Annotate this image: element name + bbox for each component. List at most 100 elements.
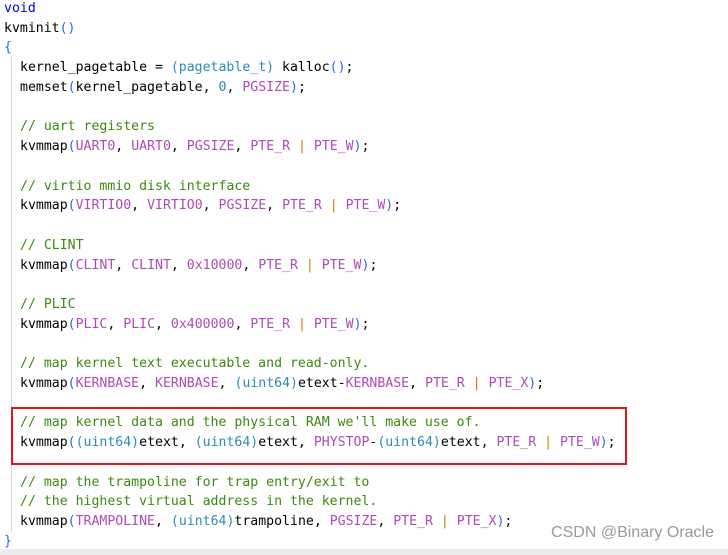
code-token: trampoline, [234, 514, 330, 530]
code-token: | [321, 198, 346, 214]
code-token: PTE_W [313, 139, 354, 155]
code-line: kvminit() [4, 19, 616, 39]
code-token: kvmmap [20, 514, 68, 530]
code-token: | [297, 257, 322, 273]
code-token: ; [361, 316, 370, 332]
code-token: , [266, 198, 283, 214]
code-token: ; [536, 375, 545, 391]
code-token: PGSIZE [329, 514, 378, 530]
code-token: PTE_W [345, 198, 386, 214]
code-line: // uart registers [4, 117, 616, 137]
code-token: () [329, 60, 346, 76]
code-token: CLINT [75, 257, 116, 273]
code-line: { [4, 38, 616, 58]
code-token: | [290, 139, 314, 155]
code-token: 0x400000 [170, 316, 235, 332]
code-token: PTE_R [258, 257, 298, 273]
code-token: UART0 [131, 139, 171, 155]
code-line: kvmmap(UART0, UART0, PGSIZE, PTE_R | PTE… [4, 137, 616, 157]
code-token: void [4, 1, 36, 16]
code-token: PTE_R [393, 514, 433, 530]
code-token: PTE_X [488, 375, 529, 391]
code-token: PGSIZE [186, 139, 235, 155]
code-token: PGSIZE [218, 198, 267, 214]
code-token: ; [361, 139, 370, 155]
code-token: TRAMPOLINE [75, 514, 155, 530]
code-token: // uart registers [20, 119, 155, 135]
code-token: } [4, 533, 12, 549]
code-line: kvmmap(CLINT, CLINT, 0x10000, PTE_R | PT… [4, 256, 616, 276]
code-token: ( [67, 257, 76, 273]
code-line: // map the trampoline for trap entry/exi… [4, 473, 616, 493]
bottom-bar [0, 549, 728, 555]
code-token: , [115, 257, 132, 273]
code-token: kernel_pagetable = [20, 60, 171, 76]
code-token: ; [297, 79, 306, 95]
watermark: CSDN @Binary Oracle [551, 524, 714, 541]
code-line: // CLINT [4, 236, 616, 256]
code-token: , [234, 139, 251, 155]
code-token: // the highest virtual address in the ke… [20, 494, 378, 510]
code-token: // map the trampoline for trap entry/exi… [20, 474, 370, 490]
code-token: ( [67, 139, 76, 155]
code-line: void [4, 0, 616, 19]
code-token: kalloc [274, 60, 330, 76]
code-token: , [202, 198, 219, 214]
code-token: kvmmap [20, 316, 68, 332]
code-token: , [409, 375, 426, 391]
code-token: ) [290, 79, 298, 95]
code-token: memset [20, 79, 68, 95]
code-token: | [464, 375, 489, 391]
code-line: // PLIC [4, 295, 616, 315]
code-token: KERNBASE [75, 375, 140, 391]
code-token: kvmmap [20, 139, 68, 155]
code-token: ; [369, 257, 378, 273]
code-line: memset(kernel_pagetable, 0, PGSIZE); [4, 78, 616, 98]
code-token: PTE_W [313, 316, 354, 332]
code-token: // PLIC [20, 297, 76, 313]
code-token: , [242, 257, 259, 273]
code-token: ( [67, 198, 76, 214]
code-token: PTE_R [250, 139, 291, 155]
code-token: () [59, 20, 76, 36]
code-token: kvmmap [20, 375, 68, 391]
code-line: kvmmap(TRAMPOLINE, (uint64)trampoline, P… [4, 512, 616, 532]
code-token: | [432, 514, 457, 530]
code-token: PLIC [75, 316, 108, 332]
code-token: ; [393, 198, 402, 214]
code-token: kvmmap [20, 257, 68, 273]
code-token: { [4, 40, 12, 56]
code-token: kernel_pagetable, [75, 79, 219, 95]
code-token: (uint64) [234, 375, 298, 391]
code-token: KERNBASE [345, 375, 410, 391]
code-token: , [170, 257, 187, 273]
code-token: , [131, 198, 148, 214]
code-token: , [218, 375, 235, 391]
code-token: ; [345, 60, 354, 76]
code-token: ( [67, 514, 76, 530]
code-token: , [155, 514, 171, 530]
code-token: VIRTIO0 [147, 198, 203, 214]
code-token: VIRTIO0 [75, 198, 132, 214]
code-token: , [234, 316, 251, 332]
code-token: PTE_R [282, 198, 322, 214]
code-token: , [115, 139, 132, 155]
code-line: kvmmap(KERNBASE, KERNBASE, (uint64)etext… [4, 374, 616, 394]
code-token: , [377, 514, 394, 530]
code-line: // map kernel text executable and read-o… [4, 354, 616, 374]
code-token: , [155, 316, 171, 332]
code-token: // virtio mmio disk interface [20, 178, 251, 194]
code-token: | [290, 316, 314, 332]
code-token: // CLINT [20, 237, 84, 253]
code-token: PTE_X [456, 514, 497, 530]
code-token: , [226, 79, 243, 95]
code-token: 0x10000 [186, 257, 243, 273]
code-token: KERNBASE [155, 375, 219, 391]
code-token: UART0 [75, 139, 116, 155]
code-token: ) [353, 139, 362, 155]
